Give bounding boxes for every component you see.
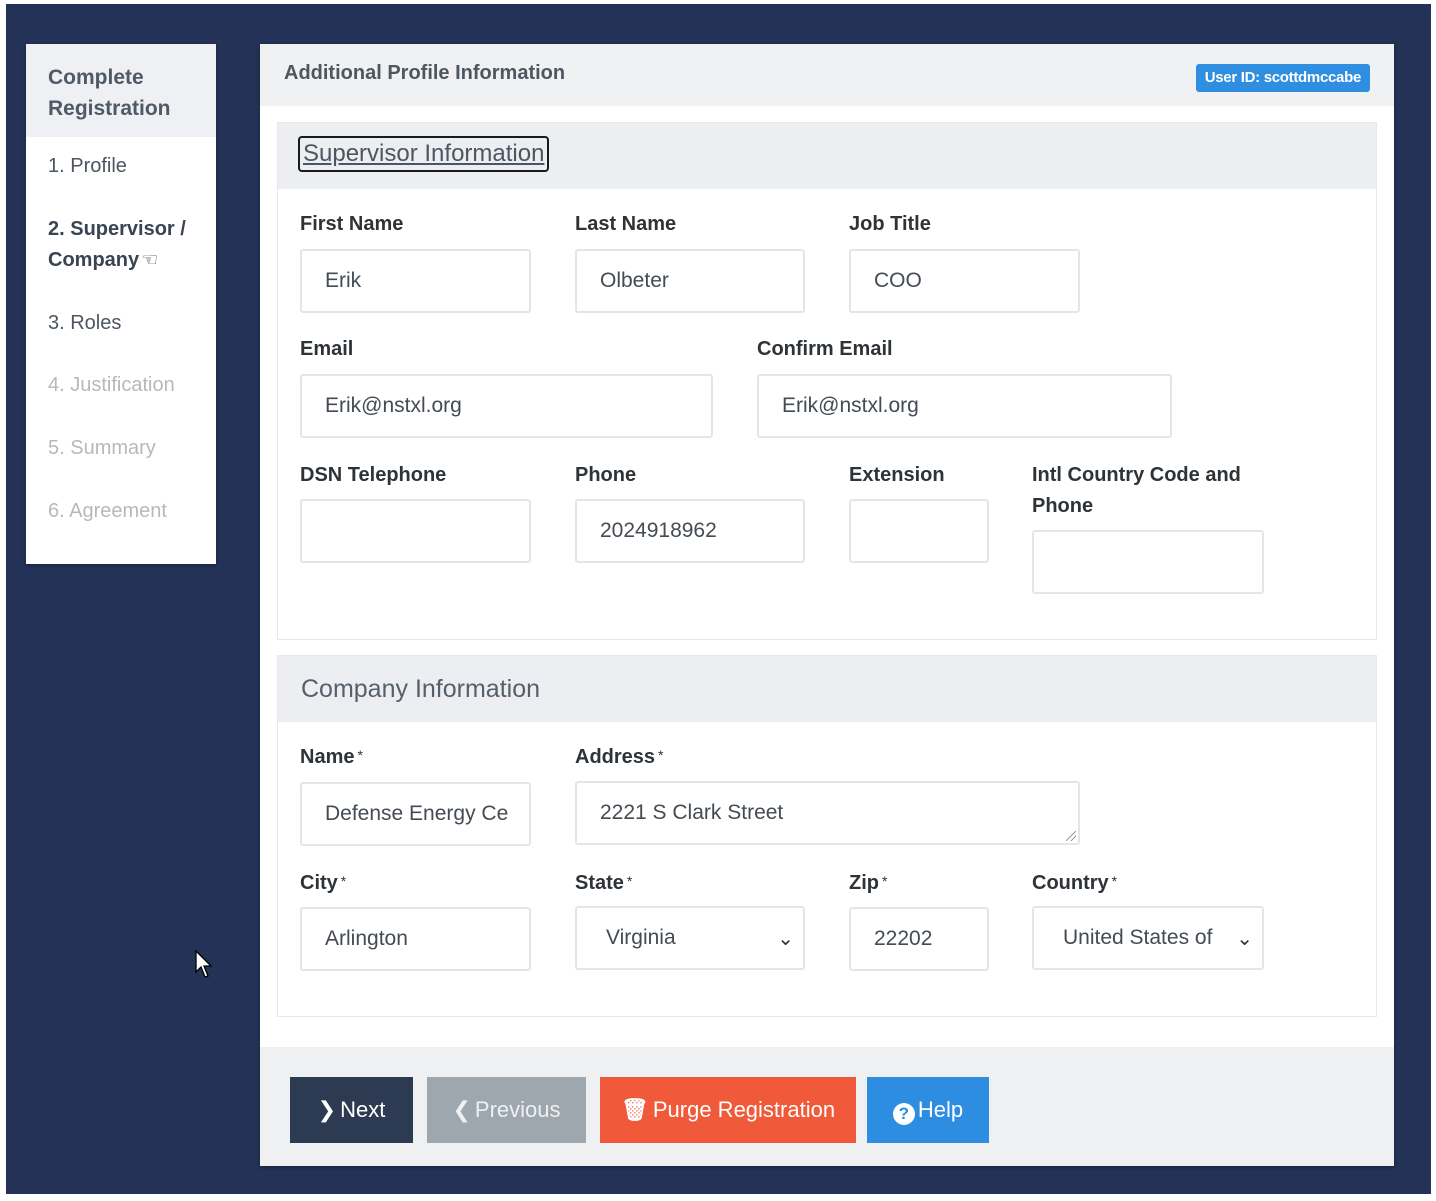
company-card: Company Information Name * Address * Defen…	[277, 655, 1377, 1017]
dsn-telephone-input[interactable]	[300, 499, 531, 563]
email-label: Email	[300, 338, 354, 360]
purge-label: Purge Registration	[652, 1097, 836, 1122]
supervisor-card-header: Supervisor Information	[278, 123, 1376, 189]
chevron-down-icon: ⌄	[777, 928, 794, 950]
trash-icon: 🗑	[620, 1097, 649, 1122]
job-title-label: Job Title	[849, 213, 931, 235]
supervisor-card: Supervisor Information First Name Last N…	[277, 122, 1377, 640]
step-roles[interactable]: 3. Roles	[48, 308, 208, 339]
job-title-input[interactable]: COO	[849, 249, 1080, 313]
last-name-input[interactable]: Olbeter	[575, 249, 805, 313]
address-textarea[interactable]: 2221 S Clark Street	[575, 781, 1080, 845]
zip-input[interactable]: 22202	[849, 907, 989, 971]
required-marker: *	[658, 747, 664, 763]
first-name-label: First Name	[300, 213, 404, 235]
confirm-email-label: Confirm Email	[757, 338, 893, 360]
page-title: Additional Profile Information	[284, 62, 566, 84]
intl-phone-label-line1: Intl Country Code and	[1032, 464, 1241, 486]
user-id-badge: User ID: scottdmccabe	[1195, 64, 1370, 92]
help-label: Help	[917, 1097, 964, 1122]
company-name-label: Name *	[300, 746, 363, 768]
last-name-label: Last Name	[575, 213, 677, 235]
supervisor-information-link[interactable]: Supervisor Information	[298, 136, 550, 172]
next-button[interactable]: ❯ Next	[290, 1077, 413, 1143]
confirm-email-input[interactable]: Erik@nstxl.org	[757, 374, 1172, 438]
mouse-cursor-icon	[195, 950, 213, 978]
required-marker: *	[882, 873, 888, 889]
pointing-hand-icon: ☜	[141, 250, 159, 271]
country-label: Country *	[1032, 872, 1118, 894]
chevron-left-icon: ❮	[452, 1097, 471, 1122]
step-profile[interactable]: 1. Profile	[48, 151, 208, 182]
extension-label: Extension	[849, 464, 945, 486]
panel-header: Additional Profile Information User ID: …	[260, 44, 1394, 106]
city-label: City *	[300, 872, 347, 894]
required-marker: *	[626, 873, 633, 889]
country-select[interactable]: United States of ⌄	[1032, 906, 1264, 970]
state-select[interactable]: Virginia ⌄	[575, 906, 805, 970]
company-name-input[interactable]: Defense Energy Ce	[300, 782, 531, 846]
question-circle-icon: ?	[892, 1103, 915, 1125]
country-selected-value: United States of	[1063, 926, 1213, 949]
step-summary: 5. Summary	[48, 437, 156, 459]
state-selected-value: Virginia	[606, 926, 676, 949]
zip-label: Zip *	[849, 872, 888, 894]
chevron-right-icon: ❯	[317, 1097, 337, 1122]
purge-registration-button[interactable]: 🗑 Purge Registration	[600, 1077, 856, 1143]
address-value: 2221 S Clark Street	[600, 801, 784, 824]
required-marker: *	[357, 747, 363, 763]
address-label: Address *	[575, 746, 664, 768]
company-card-header: Company Information	[278, 656, 1376, 722]
required-marker: *	[1111, 873, 1118, 889]
step-agreement: 6. Agreement	[48, 500, 167, 522]
city-input[interactable]: Arlington	[300, 907, 531, 971]
step-supervisor-company[interactable]: 2. Supervisor / Company ☜	[48, 214, 198, 276]
previous-label: Previous	[474, 1097, 561, 1122]
previous-button[interactable]: ❮ Previous	[427, 1077, 586, 1143]
intl-phone-input[interactable]	[1032, 530, 1264, 594]
help-button[interactable]: ? Help	[867, 1077, 989, 1143]
first-name-input[interactable]: Erik	[300, 249, 531, 313]
required-marker: *	[340, 873, 347, 889]
email-input[interactable]: Erik@nstxl.org	[300, 374, 713, 438]
extension-input[interactable]	[849, 499, 989, 563]
intl-phone-label-line2: Phone	[1032, 495, 1094, 517]
phone-label: Phone	[575, 464, 637, 486]
dsn-telephone-label: DSN Telephone	[300, 464, 447, 486]
form-footer: ❯ Next ❮ Previous 🗑 Purge Registration ? Hel…	[260, 1047, 1394, 1166]
step-supervisor-company-label: 2. Supervisor / Company	[48, 218, 186, 271]
company-information-title: Company Information	[301, 675, 541, 703]
step-justification: 4. Justification	[48, 374, 175, 396]
intl-phone-label: Intl Country Code and Phone	[1032, 460, 1241, 522]
state-label: State *	[575, 872, 633, 894]
next-label: Next	[340, 1097, 386, 1122]
chevron-down-icon: ⌄	[1236, 928, 1253, 950]
profile-form-panel: Additional Profile Information User ID: …	[260, 44, 1394, 1166]
registration-steps-sidebar: Complete Registration 1. Profile 2. Supe…	[26, 44, 216, 564]
sidebar-title: Complete Registration	[26, 44, 216, 137]
resize-handle-icon[interactable]	[1066, 831, 1076, 841]
phone-input[interactable]: 2024918962	[575, 499, 805, 563]
